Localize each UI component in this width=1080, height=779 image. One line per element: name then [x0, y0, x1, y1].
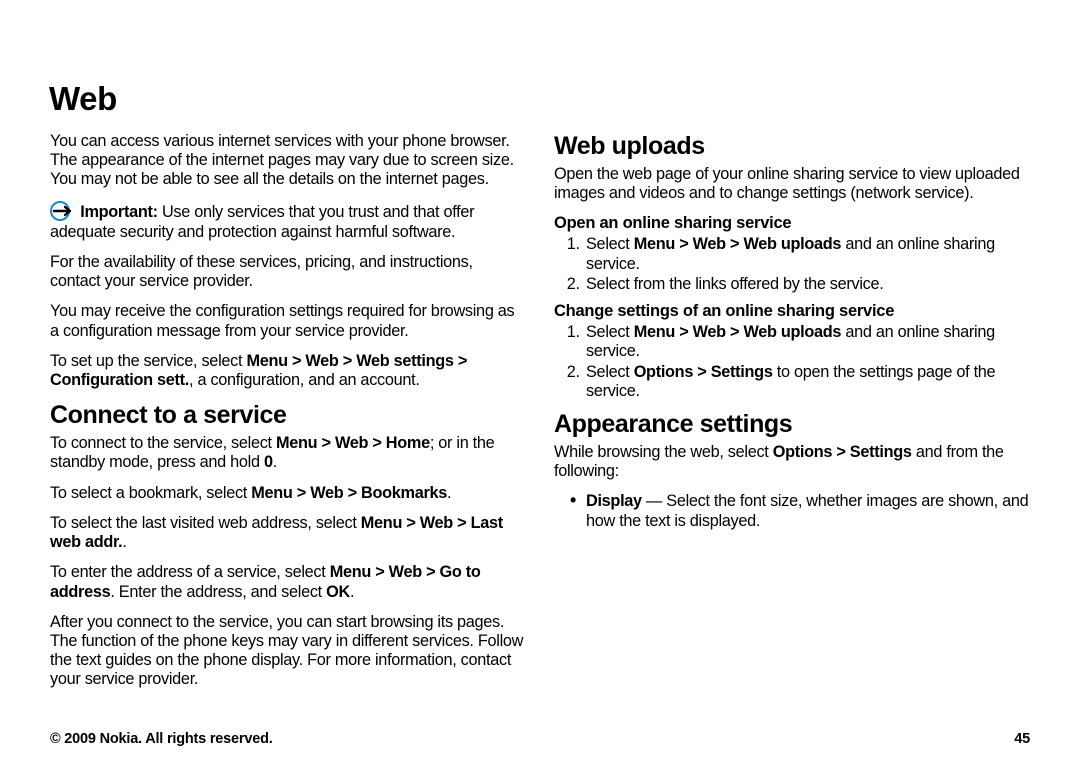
content-columns: You can access various internet services…: [50, 132, 1030, 702]
connect-p1: To connect to the service, select Menu >…: [50, 434, 526, 472]
connect-p2: To select a bookmark, select Menu > Web …: [50, 484, 526, 503]
page-title: Web: [49, 80, 1030, 118]
text: While browsing the web, select: [554, 443, 773, 461]
text: .: [350, 583, 354, 601]
page-number: 45: [1014, 731, 1030, 747]
option-name: Display: [586, 492, 642, 510]
text: , a configuration, and an account.: [189, 371, 420, 389]
open-service-steps: Select Menu > Web > Web uploads and an o…: [554, 235, 1030, 294]
connect-p3: To select the last visited web address, …: [50, 514, 526, 552]
config-paragraph: You may receive the configuration settin…: [50, 302, 526, 340]
menu-path: Options > Settings: [773, 443, 912, 461]
connect-heading: Connect to a service: [50, 401, 526, 430]
change-settings-heading: Change settings of an online sharing ser…: [554, 302, 1030, 321]
list-item: Select Menu > Web > Web uploads and an o…: [584, 323, 1030, 361]
text: To enter the address of a service, selec…: [50, 563, 330, 581]
text: To select a bookmark, select: [50, 484, 251, 502]
text: .: [122, 533, 126, 551]
uploads-intro: Open the web page of your online sharing…: [554, 165, 1030, 203]
appearance-options: Display — Select the font size, whether …: [554, 492, 1030, 530]
key: OK: [326, 583, 350, 601]
important-icon: [50, 201, 76, 223]
text: .: [273, 453, 277, 471]
change-settings-steps: Select Menu > Web > Web uploads and an o…: [554, 323, 1030, 401]
menu-path: Menu > Web > Home: [276, 434, 430, 452]
key: 0: [264, 453, 273, 471]
uploads-heading: Web uploads: [554, 132, 1030, 161]
text: Select: [586, 323, 634, 341]
availability-paragraph: For the availability of these services, …: [50, 253, 526, 291]
connect-p4: To enter the address of a service, selec…: [50, 563, 526, 601]
text: .: [447, 484, 451, 502]
appearance-heading: Appearance settings: [554, 410, 1030, 439]
text: To set up the service, select: [50, 352, 246, 370]
list-item: Display — Select the font size, whether …: [572, 492, 1030, 530]
menu-path: Options > Settings: [634, 363, 773, 381]
setup-paragraph: To set up the service, select Menu > Web…: [50, 352, 526, 390]
text: . Enter the address, and select: [110, 583, 326, 601]
page-footer: © 2009 Nokia. All rights reserved. 45: [50, 731, 1030, 747]
menu-path: Menu > Web > Web uploads: [634, 235, 842, 253]
intro-paragraph: You can access various internet services…: [50, 132, 526, 190]
copyright-text: © 2009 Nokia. All rights reserved.: [50, 731, 273, 747]
text: To connect to the service, select: [50, 434, 276, 452]
text: Select: [586, 235, 634, 253]
list-item: Select Menu > Web > Web uploads and an o…: [584, 235, 1030, 273]
menu-path: Menu > Web > Web uploads: [634, 323, 842, 341]
text: Select: [586, 363, 634, 381]
menu-path: Menu > Web > Bookmarks: [251, 484, 447, 502]
manual-page: Web You can access various internet serv…: [0, 0, 1080, 779]
important-paragraph: Important: Use only services that you tr…: [50, 201, 526, 242]
appearance-intro: While browsing the web, select Options >…: [554, 443, 1030, 481]
open-service-heading: Open an online sharing service: [554, 214, 1030, 233]
text: — Select the font size, whether images a…: [586, 492, 1028, 529]
text: To select the last visited web address, …: [50, 514, 361, 532]
important-label: Important:: [80, 203, 158, 221]
list-item: Select Options > Settings to open the se…: [584, 363, 1030, 401]
list-item: Select from the links offered by the ser…: [584, 275, 1030, 294]
after-connect-paragraph: After you connect to the service, you ca…: [50, 613, 526, 690]
